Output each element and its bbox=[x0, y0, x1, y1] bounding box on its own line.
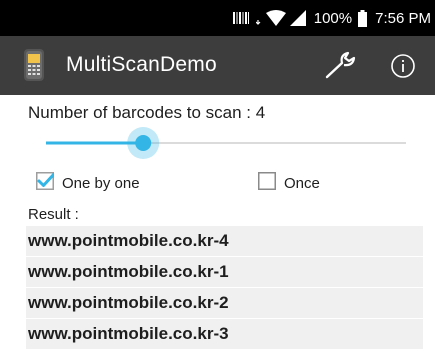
info-icon bbox=[391, 54, 415, 78]
result-label: Result : bbox=[28, 206, 79, 223]
barcode-notification-icon bbox=[232, 10, 250, 26]
once-option[interactable]: Once bbox=[258, 171, 320, 195]
barcode-count-slider[interactable] bbox=[28, 126, 412, 162]
scanner-app-icon bbox=[23, 48, 45, 82]
app-title: MultiScanDemo bbox=[66, 53, 217, 76]
action-bar: MultiScanDemo bbox=[0, 36, 435, 95]
result-item: www.pointmobile.co.kr-3 bbox=[26, 319, 423, 349]
data-transfer-icon bbox=[255, 10, 264, 26]
wifi-icon bbox=[265, 10, 286, 26]
clock: 7:56 PM bbox=[375, 9, 431, 27]
barcode-count-label: Number of barcodes to scan : 4 bbox=[28, 103, 266, 122]
one-by-one-checkbox[interactable] bbox=[36, 171, 56, 195]
result-item: www.pointmobile.co.kr-4 bbox=[26, 226, 423, 256]
signal-icon bbox=[289, 10, 306, 26]
result-item: www.pointmobile.co.kr-1 bbox=[26, 257, 423, 287]
battery-percent: 100% bbox=[313, 9, 353, 27]
info-button[interactable] bbox=[385, 48, 421, 84]
result-item: www.pointmobile.co.kr-2 bbox=[26, 288, 423, 318]
status-bar: 100% 7:56 PM bbox=[0, 0, 435, 36]
settings-button[interactable] bbox=[320, 48, 360, 84]
once-checkbox[interactable] bbox=[258, 171, 276, 195]
result-list: www.pointmobile.co.kr-4 www.pointmobile.… bbox=[26, 226, 423, 350]
wrench-icon bbox=[325, 51, 356, 79]
one-by-one-option[interactable]: One by one bbox=[36, 171, 140, 195]
slider-thumb bbox=[135, 135, 152, 151]
once-label: Once bbox=[284, 174, 320, 192]
battery-icon bbox=[358, 9, 368, 27]
one-by-one-label: One by one bbox=[62, 174, 140, 192]
